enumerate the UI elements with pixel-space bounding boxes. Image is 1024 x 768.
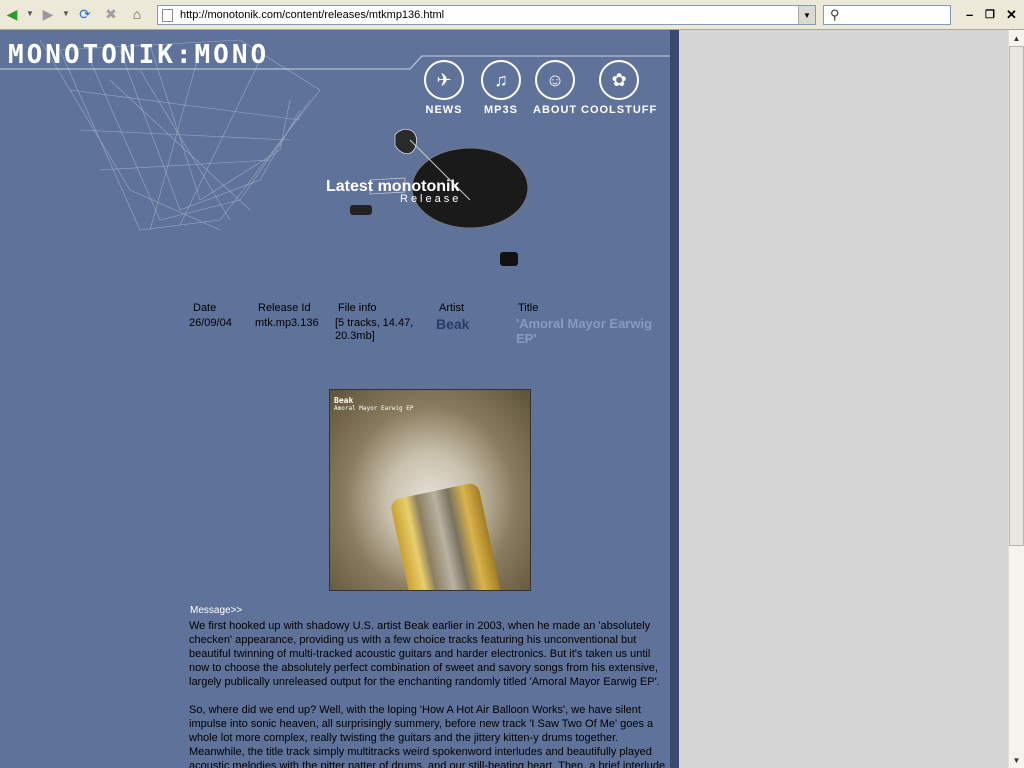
page-divider	[670, 30, 679, 768]
search-icon[interactable]: ⚲	[830, 7, 840, 23]
close-icon[interactable]: ✕	[1006, 7, 1017, 23]
scroll-thumb[interactable]	[1009, 46, 1024, 546]
release-artist-link[interactable]: Beak	[436, 316, 469, 332]
minimize-icon[interactable]: –	[966, 7, 973, 22]
nav-mp3s-label[interactable]: MP3S	[481, 104, 521, 116]
paragraph-line: Meanwhile, the title track simply multit…	[189, 746, 652, 758]
refresh-icon[interactable]: ⟳	[76, 5, 94, 23]
header-file-info: File info	[338, 302, 377, 314]
vertical-scrollbar[interactable]: ▲ ▼	[1008, 30, 1024, 768]
release-id: mtk.mp3.136	[255, 317, 319, 329]
nav-news-label[interactable]: NEWS	[424, 104, 464, 116]
search-box[interactable]: ⚲	[823, 5, 951, 25]
address-dropdown-icon[interactable]: ▼	[798, 6, 815, 24]
forward-dropdown-icon[interactable]: ▼	[62, 9, 70, 18]
paragraph-line: acoustic melodies with the pitter patter…	[189, 760, 666, 768]
scroll-up-icon[interactable]: ▲	[1009, 30, 1024, 46]
page-icon	[162, 9, 173, 22]
back-icon[interactable]: ◀	[3, 5, 21, 23]
cover-title: Amoral Mayor Earwig EP	[334, 405, 414, 412]
message-paragraph-2: So, where did we end up? Well, with the …	[189, 703, 667, 768]
release-file-info: [5 tracks, 14.47, 20.3mb]	[335, 317, 413, 343]
paragraph-line: now to choose the absolutely perfect com…	[189, 662, 658, 674]
cover-artist: Beak	[334, 396, 354, 405]
message-paragraph-1: We first hooked up with shadowy U.S. art…	[189, 619, 667, 689]
paragraph-line: impulse into sonic heaven, all surprisin…	[189, 718, 654, 730]
release-date: 26/09/04	[189, 317, 232, 329]
news-icon[interactable]: ✈	[424, 60, 464, 100]
file-info-line1: [5 tracks, 14.47,	[335, 317, 414, 329]
header-artist: Artist	[439, 302, 465, 314]
file-info-line2: 20.3mb]	[335, 330, 375, 342]
header-date: Date	[193, 302, 217, 314]
paragraph-line: checken' appearance, providing us with a…	[189, 634, 637, 646]
header-release-id: Release Id	[258, 302, 311, 314]
browser-viewport: MONOTONIK:MONO ✈ NEWS ♫ MP3S ☺ ABOUT ✿ C…	[0, 30, 1008, 768]
release-title-link[interactable]: 'Amoral Mayor Earwig EP'	[516, 316, 666, 346]
paragraph-line: We first hooked up with shadowy U.S. art…	[189, 620, 651, 632]
forward-icon[interactable]: ▶	[39, 5, 57, 23]
paragraph-line: whole lot more complex, really twisting …	[189, 732, 619, 744]
site-logo[interactable]: MONOTONIK:MONO	[8, 40, 269, 70]
paragraph-line: So, where did we end up? Well, with the …	[189, 704, 641, 716]
nav-about[interactable]: ☺ ABOUT	[533, 60, 577, 116]
cover-artwork	[389, 481, 501, 590]
nav-news[interactable]: ✈ NEWS	[424, 60, 464, 116]
about-icon[interactable]: ☺	[535, 60, 576, 100]
address-bar[interactable]: http://monotonik.com/content/releases/mt…	[157, 5, 816, 25]
address-url[interactable]: http://monotonik.com/content/releases/mt…	[180, 9, 444, 21]
album-cover[interactable]: Beak Amoral Mayor Earwig EP	[329, 389, 531, 591]
mp3s-icon[interactable]: ♫	[481, 60, 521, 100]
coolstuff-icon[interactable]: ✿	[599, 60, 640, 100]
nav-about-label[interactable]: ABOUT	[533, 104, 577, 116]
home-icon[interactable]: ⌂	[128, 5, 146, 23]
back-dropdown-icon[interactable]: ▼	[26, 9, 34, 18]
browser-toolbar: ◀ ▼ ▶ ▼ ⟳ ✖ ⌂ http://monotonik.com/conte…	[0, 0, 1024, 30]
nav-mp3s[interactable]: ♫ MP3S	[481, 60, 521, 116]
restore-icon[interactable]: ❐	[985, 8, 995, 21]
scroll-down-icon[interactable]: ▼	[1009, 752, 1024, 768]
stop-icon[interactable]: ✖	[102, 5, 120, 23]
nav-coolstuff-label[interactable]: COOLSTUFF	[581, 104, 657, 116]
nav-coolstuff[interactable]: ✿ COOLSTUFF	[581, 60, 657, 116]
banner-subtitle: Release	[400, 193, 462, 205]
site-page: MONOTONIK:MONO ✈ NEWS ♫ MP3S ☺ ABOUT ✿ C…	[0, 30, 670, 768]
message-label: Message>>	[190, 605, 243, 616]
paragraph-line: beautiful twinning of multi-tracked acou…	[189, 648, 651, 660]
header-title: Title	[518, 302, 539, 314]
paragraph-line: largely publically unreleased output for…	[189, 676, 660, 688]
